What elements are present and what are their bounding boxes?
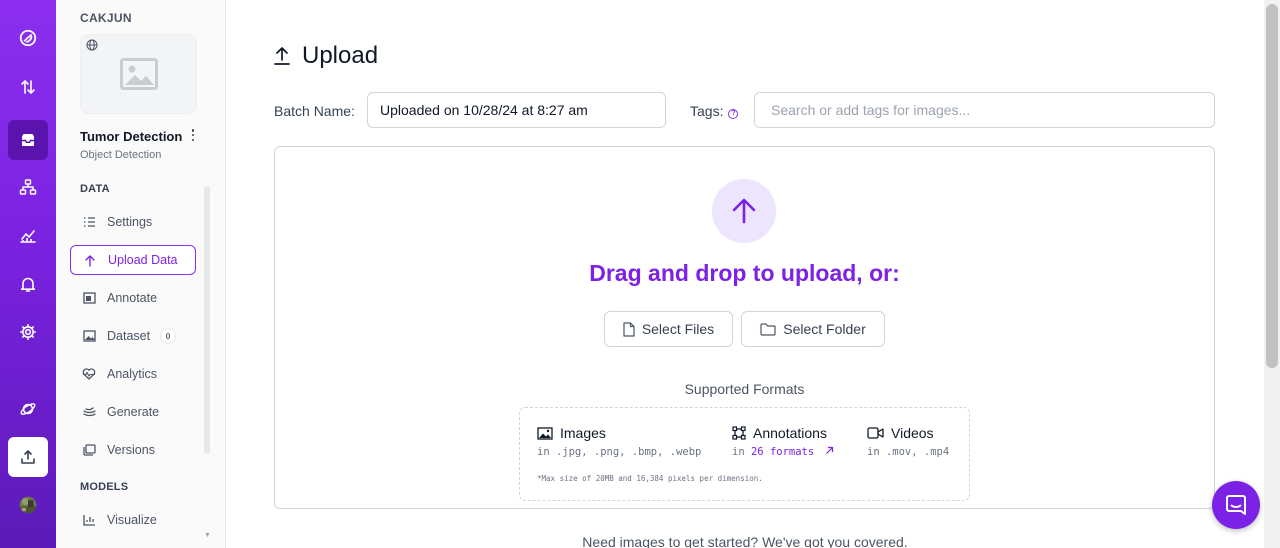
project-thumbnail[interactable] xyxy=(80,34,197,114)
image-icon xyxy=(82,329,96,343)
workspace-name[interactable]: CAKJUN xyxy=(80,11,132,25)
sidebar-item-label: Dataset xyxy=(107,329,151,343)
sidebar-item-upload-data[interactable]: Upload Data xyxy=(70,245,196,275)
dropzone-heading: Drag and drop to upload, or: xyxy=(589,260,900,286)
help-icon[interactable]: ? xyxy=(728,108,739,119)
sidebar-item-label: Visualize xyxy=(107,513,157,527)
sidebar-item-label: Annotate xyxy=(107,291,158,305)
project-name: Tumor Detection xyxy=(80,129,183,144)
page-title-text: Upload xyxy=(302,42,379,69)
sidebar-item-generate[interactable]: Generate xyxy=(70,397,196,427)
bell-icon[interactable] xyxy=(8,264,48,304)
tags-search-input[interactable]: Search or add tags for images... xyxy=(754,92,1215,128)
avatar[interactable] xyxy=(8,485,48,525)
format-images-extensions: in .jpg, .png, .bmp, .webp xyxy=(537,446,702,458)
max-size-note: *Max size of 20MB and 16,384 pixels per … xyxy=(537,474,763,483)
starter-images-text: Need images to get started? We've got yo… xyxy=(582,534,908,548)
page-title: Upload xyxy=(274,42,378,70)
select-folder-button[interactable]: Select Folder xyxy=(741,311,885,347)
tags-label-text: Tags: xyxy=(690,103,724,119)
dropzone[interactable]: Drag and drop to upload, or: Select File… xyxy=(274,146,1215,509)
sidebar-item-annotate[interactable]: Annotate xyxy=(70,283,196,313)
sidebar-item-versions[interactable]: Versions xyxy=(70,435,196,465)
section-title-models: MODELS xyxy=(80,481,129,493)
upload-arrow-icon xyxy=(83,253,97,267)
folder-icon xyxy=(760,322,776,336)
batch-name-input[interactable]: Uploaded on 10/28/24 at 8:27 am xyxy=(367,92,666,128)
section-title-data: DATA xyxy=(80,183,110,195)
image-placeholder-icon xyxy=(119,58,158,90)
sidebar-item-label: Versions xyxy=(107,443,155,457)
external-link-icon xyxy=(825,446,833,454)
video-icon xyxy=(867,427,884,439)
page-scrollbar-thumb[interactable] xyxy=(1266,4,1278,368)
format-images-title: Images xyxy=(560,425,606,441)
list-icon xyxy=(82,215,96,229)
projects-icon[interactable] xyxy=(8,120,48,160)
scroll-down-caret-icon[interactable]: ▼ xyxy=(204,532,211,539)
format-annotations-prefix: in xyxy=(732,446,745,458)
chat-icon xyxy=(1226,495,1246,515)
dataset-count-badge: 0 xyxy=(160,328,177,344)
annotation-formats-link[interactable]: 26 formats xyxy=(751,446,834,458)
sidebar-item-visualize[interactable]: Visualize xyxy=(70,505,196,535)
globe-icon xyxy=(86,39,98,51)
gear-icon[interactable] xyxy=(8,312,48,352)
format-videos-extensions: in .mov, .mp4 xyxy=(867,446,950,458)
analytics-icon[interactable] xyxy=(8,216,48,256)
tags-label: Tags:? xyxy=(690,103,739,119)
heartbeat-icon xyxy=(82,367,96,381)
sidebar-item-dataset[interactable]: Dataset 0 xyxy=(70,321,196,351)
image-icon xyxy=(537,426,553,440)
format-annotations-title: Annotations xyxy=(753,425,827,441)
sidebar-item-label: Analytics xyxy=(107,367,158,381)
sidebar-item-settings[interactable]: Settings xyxy=(70,207,196,237)
upload-title-icon xyxy=(274,47,290,65)
chat-support-button[interactable] xyxy=(1212,481,1260,529)
sidebar-item-label: Upload Data xyxy=(108,253,178,267)
sidebar-item-label: Generate xyxy=(107,405,160,419)
upload-arrow-icon xyxy=(712,179,776,243)
logo-icon[interactable] xyxy=(8,18,48,58)
project-type: Object Detection xyxy=(80,149,162,161)
supported-formats-title: Supported Formats xyxy=(684,381,805,397)
upload-icon[interactable] xyxy=(8,437,48,477)
select-folder-label: Select Folder xyxy=(783,321,866,337)
format-images: Images in .jpg, .png, .bmp, .webp xyxy=(537,425,701,458)
sidebar-scrollbar[interactable] xyxy=(204,186,210,454)
upload-main: Upload Batch Name: Uploaded on 10/28/24 … xyxy=(226,0,1264,548)
select-files-label: Select Files xyxy=(641,321,715,337)
annotation-formats-link-text: 26 formats xyxy=(750,446,815,458)
workflow-icon[interactable] xyxy=(8,167,48,207)
supported-formats-box: Images in .jpg, .png, .bmp, .webp Annota… xyxy=(519,407,970,501)
batch-name-label: Batch Name: xyxy=(274,103,355,119)
bounding-box-icon xyxy=(732,426,746,440)
more-options-icon[interactable] xyxy=(190,128,196,142)
sort-icon[interactable] xyxy=(8,67,48,107)
project-sidebar: CAKJUN Tumor Detection Object Detection … xyxy=(56,0,226,548)
file-icon xyxy=(623,321,635,337)
chart-icon xyxy=(82,513,96,527)
versions-icon xyxy=(82,443,96,457)
app-root: CAKJUN Tumor Detection Object Detection … xyxy=(0,0,1280,548)
icon-rail xyxy=(0,0,56,548)
planet-icon[interactable] xyxy=(8,389,48,429)
sidebar-item-label: Settings xyxy=(107,215,153,229)
sidebar-item-analytics[interactable]: Analytics xyxy=(70,359,196,389)
select-files-button[interactable]: Select Files xyxy=(604,311,733,347)
annotate-icon xyxy=(82,291,96,305)
format-videos: Videos in .mov, .mp4 xyxy=(867,425,949,458)
format-videos-title: Videos xyxy=(891,425,934,441)
format-annotations: Annotations in 26 formats xyxy=(732,425,834,458)
generate-icon xyxy=(82,405,96,419)
